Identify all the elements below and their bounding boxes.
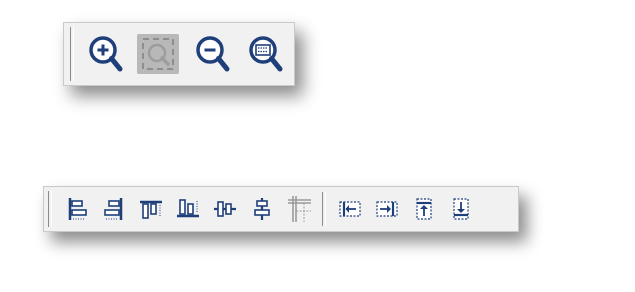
- space-left-button[interactable]: [331, 189, 368, 229]
- zoom-toolbar: [63, 22, 295, 86]
- align-center-icon: [253, 198, 270, 220]
- align-toolbar: [43, 186, 519, 232]
- align-bottom-icon: [176, 199, 199, 218]
- align-center-button[interactable]: [243, 189, 280, 229]
- align-bottom-button[interactable]: [169, 189, 206, 229]
- toolbar-separator: [322, 192, 326, 226]
- grid-align-button[interactable]: [280, 189, 317, 229]
- align-middle-icon: [213, 201, 236, 217]
- space-right-icon: [375, 201, 398, 217]
- align-left-icon: [68, 198, 87, 220]
- space-right-button[interactable]: [368, 189, 405, 229]
- zoom-out-icon: [196, 36, 230, 72]
- align-right-button[interactable]: [95, 189, 132, 229]
- align-left-button[interactable]: [58, 189, 95, 229]
- toolbar-grip[interactable]: [48, 191, 52, 227]
- align-top-button[interactable]: [132, 189, 169, 229]
- space-up-button[interactable]: [405, 189, 442, 229]
- grid-align-icon: [287, 196, 311, 222]
- zoom-pan-icon: [142, 38, 175, 70]
- space-down-icon: [452, 198, 469, 220]
- align-right-icon: [103, 198, 122, 220]
- space-down-button[interactable]: [442, 189, 479, 229]
- toolbar-grip[interactable]: [70, 27, 74, 81]
- zoom-fit-icon: [249, 36, 283, 72]
- zoom-in-button[interactable]: [80, 27, 129, 81]
- space-up-icon: [415, 198, 432, 220]
- zoom-in-icon: [88, 36, 123, 72]
- align-middle-button[interactable]: [206, 189, 243, 229]
- zoom-fit-button[interactable]: [241, 27, 290, 81]
- zoom-pan-button[interactable]: [137, 34, 180, 74]
- zoom-out-button[interactable]: [187, 27, 236, 81]
- space-left-icon: [338, 201, 361, 217]
- align-top-icon: [139, 200, 162, 219]
